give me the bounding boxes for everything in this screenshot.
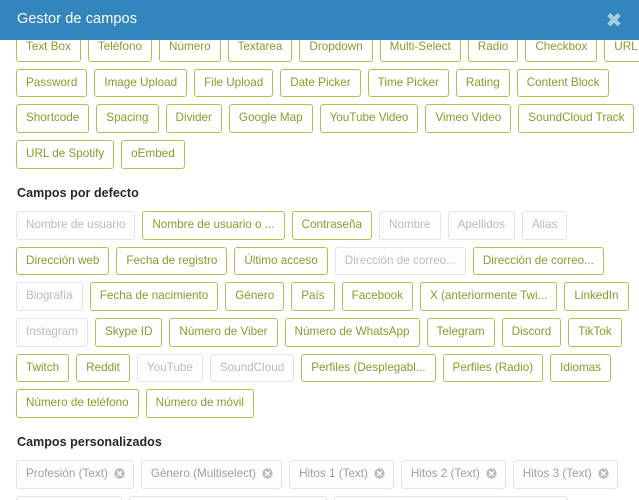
custom-fields-group: Profesión (Text) Género (Multiselect) Hito… <box>16 460 623 500</box>
field-button: Instagram <box>16 317 88 347</box>
field-button[interactable]: Nombre de usuario o ... <box>142 210 285 240</box>
custom-field-label: Hitos 3 (Text) <box>522 467 592 481</box>
field-button[interactable]: Idiomas <box>550 353 612 383</box>
field-button: Nombre de usuario <box>16 210 136 240</box>
field-button[interactable]: Dirección de correo... <box>472 246 604 276</box>
field-button[interactable]: Dirección web <box>16 246 110 276</box>
field-button[interactable]: Spacing <box>96 104 159 134</box>
remove-field-icon[interactable] <box>262 468 273 480</box>
modal-header: Gestor de campos ✖ <box>0 0 639 40</box>
field-button[interactable]: Telegram <box>426 317 495 347</box>
field-button[interactable]: Date Picker <box>280 68 361 98</box>
field-button: Alias <box>522 210 568 240</box>
field-row: Password Image Upload File Upload Date Pick… <box>16 68 623 98</box>
field-button[interactable]: Image Upload <box>94 68 188 98</box>
field-button[interactable]: Número de teléfono <box>16 389 139 419</box>
field-button[interactable]: Discord <box>501 317 562 347</box>
field-button[interactable]: Número de Viber <box>169 317 278 347</box>
field-button: Biografía <box>16 282 83 311</box>
field-button[interactable]: Perfiles (Radio) <box>442 353 544 383</box>
field-button[interactable]: Time Picker <box>367 68 449 98</box>
field-button[interactable]: País <box>291 282 335 311</box>
field-button[interactable]: Content Block <box>516 68 610 98</box>
field-row: Dirección web Fecha de registro Último acc… <box>16 246 623 276</box>
custom-field-chip[interactable]: Teléfono (Tel) <box>16 495 123 500</box>
custom-field-chip[interactable]: Soundcloud Track (Soundcloud_track) <box>333 495 568 500</box>
field-row: Número de teléfono Número de móvil <box>16 389 623 419</box>
field-button[interactable]: X (anteriormente Twi... <box>419 282 558 311</box>
custom-field-label: Hitos 1 (Text) <box>299 467 368 481</box>
field-button[interactable]: Fecha de registro <box>116 246 228 276</box>
field-button: Apellidos <box>447 210 515 240</box>
custom-field-chip[interactable]: Género (Multiselect) <box>140 460 283 489</box>
modal-title: Gestor de campos <box>17 11 138 27</box>
field-row: Biografía Fecha de nacimiento Género País Fa… <box>16 282 629 311</box>
field-button[interactable]: URL de Spotify <box>16 140 115 169</box>
field-button[interactable]: Rating <box>455 68 510 98</box>
field-button[interactable]: LinkedIn <box>564 282 629 311</box>
custom-field-label: Género (Multiselect) <box>150 467 257 481</box>
field-row: Twitch Reddit YouTube SoundCloud Perfiles (D… <box>16 353 623 383</box>
field-button[interactable]: Facebook <box>341 282 413 311</box>
custom-field-chip[interactable]: Profesión (Text) <box>16 460 134 489</box>
field-button[interactable]: Número de móvil <box>145 389 254 419</box>
field-row: URL de Spotify oEmbed <box>16 140 623 169</box>
remove-field-icon[interactable] <box>597 468 609 480</box>
field-button[interactable]: TikTok <box>568 317 622 347</box>
field-button[interactable]: Skype ID <box>94 317 163 347</box>
field-row: Instagram Skype ID Número de Viber Número d… <box>16 317 623 347</box>
custom-field-chip[interactable]: Hitos 1 (Text) <box>289 460 394 489</box>
field-button: Dirección de correo... <box>334 246 466 276</box>
custom-field-label: Hitos 2 (Text) <box>410 467 480 481</box>
field-button[interactable]: Perfiles (Desplegabl... <box>301 353 436 383</box>
field-row: Teléfono (Tel) Youtube video (Youtube_vid… <box>16 495 623 500</box>
remove-field-icon[interactable] <box>486 468 497 480</box>
predefined-fields-group: Text Box Teléfono Número Textarea Dropdown Mu… <box>16 33 639 169</box>
custom-fields-heading: Campos personalizados <box>17 435 162 450</box>
field-button[interactable]: Password <box>16 68 88 98</box>
field-button[interactable]: SoundCloud Track <box>518 104 635 134</box>
field-button[interactable]: Shortcode <box>16 104 90 134</box>
field-button: SoundCloud <box>209 353 295 383</box>
field-button[interactable]: Twitch <box>16 353 70 383</box>
field-row: Shortcode Spacing Divider Google Map YouTube… <box>16 104 635 134</box>
field-button: Nombre <box>378 210 441 240</box>
custom-field-label: Profesión (Text) <box>26 467 108 481</box>
modal-body[interactable]: Text Box Teléfono Número Textarea Dropdown Mu… <box>0 0 639 500</box>
field-button: YouTube <box>136 353 203 383</box>
field-button[interactable]: Google Map <box>228 104 313 134</box>
field-button[interactable]: YouTube Video <box>319 104 419 134</box>
remove-field-icon[interactable] <box>374 468 385 480</box>
close-icon[interactable]: ✖ <box>602 8 626 32</box>
custom-field-chip[interactable]: Hitos 2 (Text) <box>400 460 506 489</box>
custom-field-chip[interactable]: Hitos 3 (Text) <box>512 460 618 489</box>
field-button[interactable]: Número de WhatsApp <box>284 317 420 347</box>
field-button[interactable]: Último acceso <box>234 246 328 276</box>
field-button[interactable]: Reddit <box>76 353 130 383</box>
field-button[interactable]: File Upload <box>194 68 274 98</box>
custom-field-chip[interactable]: Youtube video (Youtube_video) <box>129 495 327 500</box>
field-button[interactable]: Fecha de nacimiento <box>89 282 219 311</box>
remove-field-icon[interactable] <box>114 468 125 480</box>
field-button[interactable]: Género <box>225 282 285 311</box>
field-button[interactable]: Vimeo Video <box>425 104 512 134</box>
field-manager-modal: Text Box Teléfono Número Textarea Dropdown Mu… <box>0 0 639 500</box>
field-row: Nombre de usuario Nombre de usuario o ...… <box>16 210 623 240</box>
field-button[interactable]: oEmbed <box>121 140 185 169</box>
default-fields-heading: Campos por defecto <box>17 185 139 200</box>
field-button[interactable]: Contraseña <box>291 210 372 240</box>
default-fields-group: Nombre de usuario Nombre de usuario o ...… <box>16 210 629 419</box>
field-button[interactable]: Divider <box>165 104 222 134</box>
field-row: Profesión (Text) Género (Multiselect) Hito… <box>16 460 623 489</box>
